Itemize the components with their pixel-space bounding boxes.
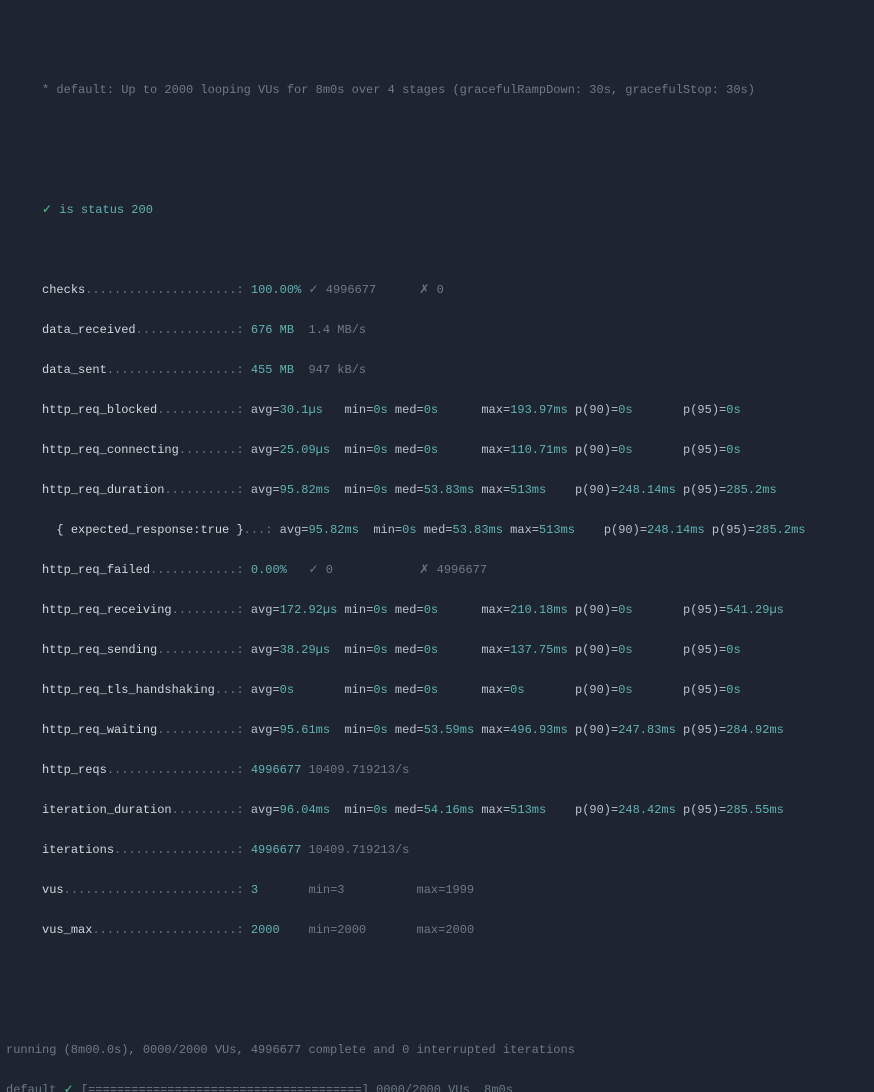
blank bbox=[6, 120, 866, 140]
blank bbox=[6, 960, 866, 980]
metric-blocked: http_req_blocked...........: avg=30.1µs … bbox=[6, 400, 866, 420]
blank bbox=[6, 160, 866, 180]
metric-iteration-duration: iteration_duration.........: avg=96.04ms… bbox=[6, 800, 866, 820]
status-check-line: ✓ is status 200 bbox=[6, 200, 866, 220]
metric-duration: http_req_duration..........: avg=95.82ms… bbox=[6, 480, 866, 500]
metric-receiving: http_req_receiving.........: avg=172.92µ… bbox=[6, 600, 866, 620]
metric-iterations: iterations.................: 4996677 104… bbox=[6, 840, 866, 860]
status-label: is status 200 bbox=[59, 203, 153, 217]
metric-expected-response: { expected_response:true }...: avg=95.82… bbox=[6, 520, 866, 540]
blank bbox=[6, 1000, 866, 1020]
metric-checks: checks.....................: 100.00% ✓ 4… bbox=[6, 280, 866, 300]
check-icon: ✓ bbox=[42, 203, 52, 217]
blank bbox=[6, 240, 866, 260]
running-line: running (8m00.0s), 0000/2000 VUs, 499667… bbox=[6, 1040, 866, 1060]
check-icon: ✓ bbox=[64, 1083, 74, 1092]
metric-data-sent: data_sent..................: 455 MB 947 … bbox=[6, 360, 866, 380]
metric-failed: http_req_failed............: 0.00% ✓ 0 ✗… bbox=[6, 560, 866, 580]
metric-tls: http_req_tls_handshaking...: avg=0s min=… bbox=[6, 680, 866, 700]
progress-line: default ✓ [=============================… bbox=[6, 1080, 866, 1092]
terminal-output: * default: Up to 2000 looping VUs for 8m… bbox=[0, 60, 874, 1092]
metric-vus-max: vus_max....................: 2000 min=20… bbox=[6, 920, 866, 940]
metric-connecting: http_req_connecting........: avg=25.09µs… bbox=[6, 440, 866, 460]
metric-sending: http_req_sending...........: avg=38.29µs… bbox=[6, 640, 866, 660]
metric-waiting: http_req_waiting...........: avg=95.61ms… bbox=[6, 720, 866, 740]
metric-http-reqs: http_reqs..................: 4996677 104… bbox=[6, 760, 866, 780]
metric-data-received: data_received..............: 676 MB 1.4 … bbox=[6, 320, 866, 340]
scenario-default-line: * default: Up to 2000 looping VUs for 8m… bbox=[6, 80, 866, 100]
metric-vus: vus........................: 3 min=3 max… bbox=[6, 880, 866, 900]
